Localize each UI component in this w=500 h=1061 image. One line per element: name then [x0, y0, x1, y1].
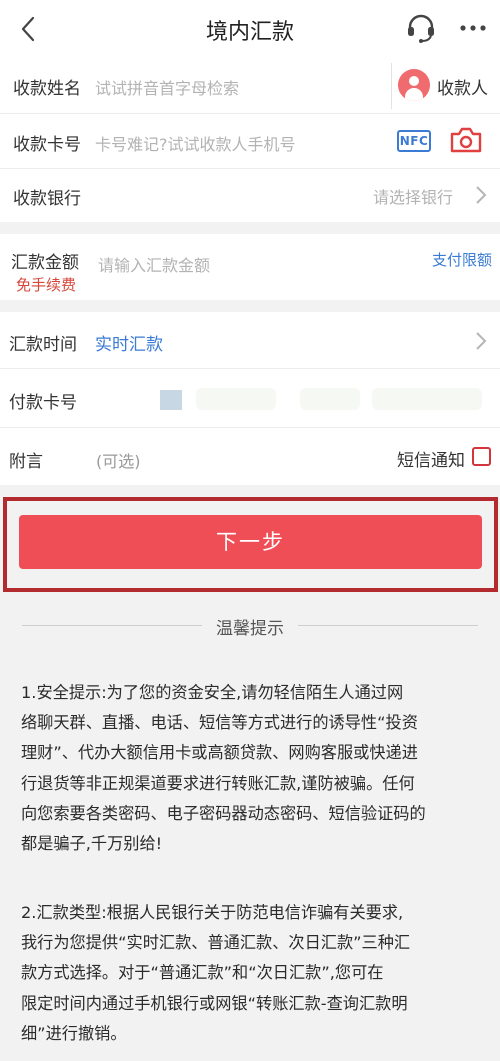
tips-paragraph-types: 2.汇款类型:根据人民银行关于防范电信诈骗有关要求, 我行为您提供“实时汇款、普…	[21, 898, 483, 1049]
masked-card-number	[160, 390, 182, 410]
tips-line: 限定时间内通过手机银行或网银“转账汇款-查询汇款明	[21, 993, 408, 1013]
tips-line: 理财”、代办大额信用卡或高额贷款、网购客服或快递进	[21, 743, 418, 763]
tips-line: 行退货等非正规渠道要求进行转账汇款,谨防被骗。任何	[21, 773, 415, 793]
tips-line: 细”进行撤销。	[21, 1023, 127, 1043]
nav-bar: 境内汇款	[0, 0, 500, 58]
divider	[391, 63, 392, 109]
payee-name-label: 收款姓名	[13, 79, 81, 99]
bank-label: 收款银行	[13, 189, 81, 209]
sms-notify-label: 短信通知	[397, 451, 465, 471]
card-number-input[interactable]: 卡号难记?试试收款人手机号	[95, 131, 296, 155]
fee-free-badge: 免手续费	[16, 276, 77, 294]
payee-name-row: 收款姓名 试试拼音首字母检索 收款人	[0, 58, 500, 114]
note-label: 附言	[9, 452, 43, 472]
amount-row: 汇款金额 免手续费 请输入汇款金额 支付限额	[0, 234, 500, 300]
more-horizontal-icon[interactable]	[458, 16, 488, 40]
sms-notify-checkbox[interactable]	[472, 447, 491, 466]
tips-line: 款方式选择。对于“普通汇款”和“次日汇款”,您可在	[21, 963, 384, 983]
transfer-time-row[interactable]: 汇款时间 实时汇款	[0, 312, 500, 369]
masked-card-number	[372, 388, 482, 410]
tips-title: 温馨提示	[216, 619, 284, 639]
masked-card-number	[300, 388, 360, 410]
headset-icon[interactable]	[405, 12, 437, 44]
amount-label: 汇款金额	[11, 253, 79, 273]
payee-name-input[interactable]: 试试拼音首字母检索	[95, 75, 239, 99]
payee-contact-icon[interactable]	[398, 69, 430, 101]
tips-line: 我行为您提供“实时汇款、普通汇款、次日汇款”三种汇	[21, 933, 411, 953]
next-step-button[interactable]: 下一步	[19, 515, 482, 569]
nfc-button[interactable]: NFC	[397, 130, 431, 152]
note-row: 附言 (可选) 短信通知	[0, 428, 500, 485]
tips-line: 1.安全提示:为了您的资金安全,请勿轻信陌生人通过网	[21, 683, 404, 702]
bank-select[interactable]: 请选择银行	[373, 184, 453, 208]
card-number-label: 收款卡号	[13, 135, 81, 155]
tips-line: 络聊天群、直播、电话、短信等方式进行的诱导性“投资	[21, 713, 418, 733]
tips-line: 都是骗子,千万别给!	[21, 834, 163, 854]
pay-card-label: 付款卡号	[9, 393, 77, 413]
transfer-time-value[interactable]: 实时汇款	[95, 330, 163, 355]
tips-line: 2.汇款类型:根据人民银行关于防范电信诈骗有关要求,	[21, 903, 404, 922]
chevron-right-icon	[476, 332, 487, 350]
chevron-right-icon	[476, 186, 487, 204]
payment-limit-link[interactable]: 支付限额	[432, 249, 492, 270]
tips-line: 向您索要各类密码、电子密码器动态密码、短信验证码的	[21, 803, 426, 823]
card-number-row: 收款卡号 卡号难记?试试收款人手机号 NFC	[0, 114, 500, 169]
payee-list-button[interactable]: 收款人	[437, 74, 488, 99]
bank-row[interactable]: 收款银行 请选择银行	[0, 169, 500, 222]
transfer-time-label: 汇款时间	[9, 335, 77, 355]
tips-paragraph-security: 1.安全提示:为了您的资金安全,请勿轻信陌生人通过网 络聊天群、直播、电话、短信…	[21, 678, 483, 859]
pay-card-row[interactable]: 付款卡号	[0, 369, 500, 428]
note-input[interactable]: (可选)	[96, 448, 141, 472]
amount-input[interactable]: 请输入汇款金额	[98, 252, 210, 276]
masked-card-number	[196, 388, 276, 410]
camera-icon[interactable]	[449, 126, 483, 154]
